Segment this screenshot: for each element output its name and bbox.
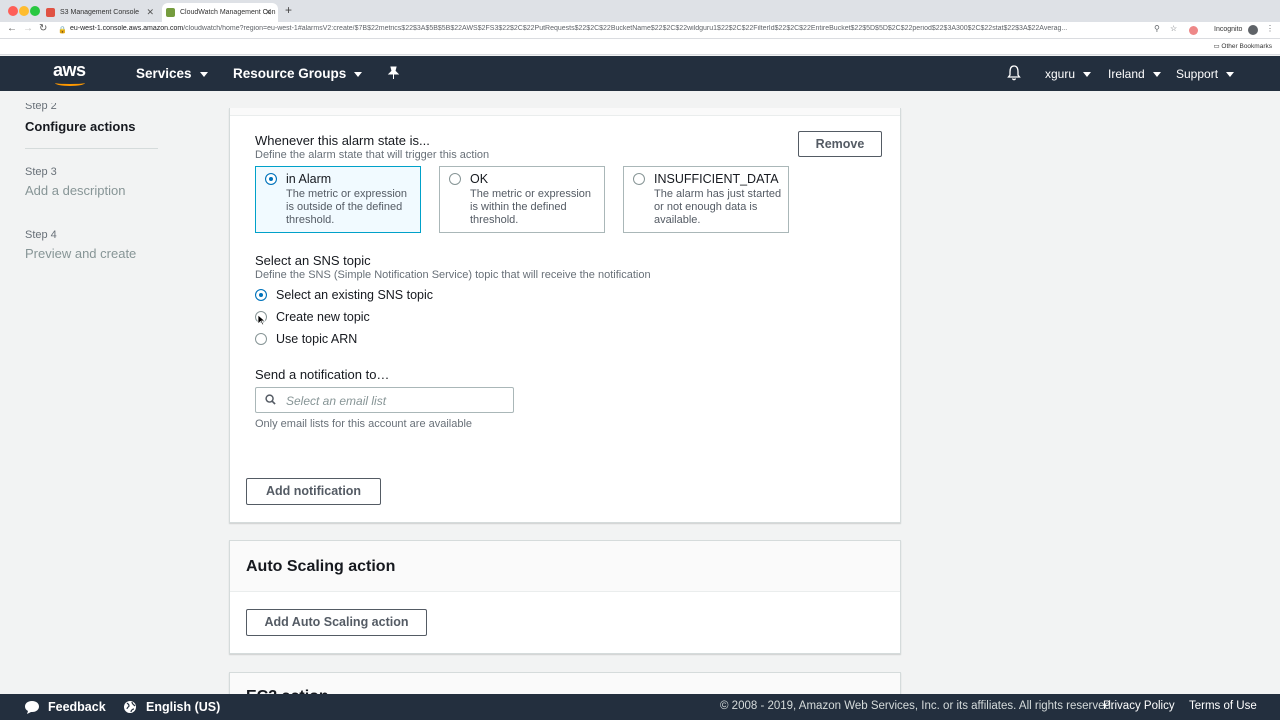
- resource-groups-menu[interactable]: Resource Groups: [233, 66, 363, 81]
- close-tab-icon[interactable]: ✕: [146, 3, 154, 22]
- privacy-policy-link[interactable]: Privacy Policy: [1103, 700, 1175, 712]
- forward-icon[interactable]: →: [23, 23, 33, 34]
- url-host: eu-west-1.console.aws.amazon.com: [70, 25, 184, 32]
- tab-label: CloudWatch Management Con: [180, 9, 276, 16]
- mouse-cursor-icon: [257, 314, 266, 326]
- globe-icon: [124, 701, 136, 713]
- region-menu[interactable]: Ireland: [1108, 67, 1161, 81]
- reload-icon[interactable]: ↻: [39, 23, 47, 34]
- chevron-down-icon: [199, 71, 208, 77]
- extension-icon[interactable]: [1189, 26, 1198, 35]
- step3-label: Step 3: [25, 166, 57, 178]
- add-notification-button[interactable]: Add notification: [246, 478, 381, 505]
- bookmarks-bar: ▭ Other Bookmarks: [0, 39, 1280, 55]
- chevron-down-icon: [1226, 72, 1235, 78]
- sns-topic-description: Define the SNS (Simple Notification Serv…: [255, 269, 651, 281]
- browser-tab-cloudwatch[interactable]: CloudWatch Management Con ✕: [162, 3, 278, 22]
- tab-label: S3 Management Console: [60, 9, 139, 16]
- add-autoscaling-button[interactable]: Add Auto Scaling action: [246, 609, 427, 636]
- feedback-speech-bubble-icon: [25, 701, 39, 714]
- radio-existing-topic[interactable]: [255, 289, 267, 301]
- chevron-down-icon: [1152, 72, 1161, 78]
- language-selector[interactable]: English (US): [146, 700, 220, 714]
- panel-header-strip: [230, 108, 900, 116]
- state-card-title: in Alarm: [286, 172, 332, 186]
- address-bar: ← → ↻ 🔒 eu-west-1.console.aws.amazon.com…: [0, 22, 1280, 39]
- terms-of-use-link[interactable]: Terms of Use: [1189, 700, 1257, 712]
- services-menu[interactable]: Services: [136, 66, 208, 81]
- chevron-down-icon: [354, 71, 363, 77]
- new-tab-icon[interactable]: +: [285, 3, 292, 17]
- state-card-in-alarm[interactable]: in Alarm The metric or expression is out…: [255, 166, 421, 233]
- state-card-ok[interactable]: OK The metric or expression is within th…: [439, 166, 605, 233]
- menu-icon[interactable]: ⋮: [1266, 24, 1274, 33]
- other-bookmarks[interactable]: ▭ Other Bookmarks: [1213, 42, 1272, 50]
- remove-button[interactable]: Remove: [798, 131, 882, 157]
- radio-ok[interactable]: [449, 173, 461, 185]
- cloudwatch-favicon-icon: [166, 8, 175, 17]
- email-list-placeholder: Select an email list: [286, 394, 387, 408]
- sns-topic-label: Select an SNS topic: [255, 253, 371, 268]
- aws-logo[interactable]: aws: [53, 60, 89, 86]
- minimize-window-button[interactable]: [19, 6, 29, 16]
- browser-tab-s3[interactable]: S3 Management Console ✕: [42, 3, 160, 22]
- state-card-title: OK: [470, 172, 489, 186]
- chevron-down-icon: [1083, 72, 1092, 78]
- user-menu[interactable]: xguru: [1045, 67, 1092, 81]
- state-card-description: The metric or expression is within the d…: [470, 188, 592, 226]
- star-icon[interactable]: ☆: [1170, 24, 1177, 33]
- incognito-label: Incognito: [1214, 26, 1243, 33]
- send-to-label: Send a notification to…: [255, 367, 390, 382]
- search-icon[interactable]: ⚲: [1154, 24, 1160, 33]
- support-menu[interactable]: Support: [1176, 67, 1235, 81]
- search-icon: [265, 394, 276, 405]
- alarm-state-description: Define the alarm state that will trigger…: [255, 149, 490, 161]
- incognito-icon: [1248, 25, 1258, 35]
- state-card-title: INSUFFICIENT_DATA: [654, 172, 779, 186]
- back-icon[interactable]: ←: [7, 23, 17, 34]
- footer: Feedback English (US) © 2008 - 2019, Ama…: [0, 694, 1280, 720]
- close-tab-icon[interactable]: ✕: [264, 3, 272, 22]
- aws-logo-text: aws: [53, 60, 86, 80]
- alarm-state-label: Whenever this alarm state is...: [255, 133, 430, 148]
- autoscaling-title: Auto Scaling action: [246, 558, 396, 575]
- step4-label: Step 4: [25, 229, 57, 241]
- notifications-bell-icon[interactable]: [1007, 65, 1021, 81]
- aws-smile-icon: [55, 80, 85, 86]
- s3-favicon-icon: [46, 8, 55, 17]
- copyright-text: © 2008 - 2019, Amazon Web Services, Inc.…: [720, 700, 1115, 712]
- url-path: /cloudwatch/home?region=eu-west-1#alarms…: [183, 25, 1068, 32]
- radio-topic-arn[interactable]: [255, 333, 267, 345]
- step3-title[interactable]: Add a description: [25, 183, 125, 198]
- step2-title[interactable]: Configure actions: [25, 119, 136, 134]
- close-window-button[interactable]: [8, 6, 18, 16]
- maximize-window-button[interactable]: [30, 6, 40, 16]
- email-list-search[interactable]: Select an email list: [255, 387, 514, 413]
- radio-in-alarm[interactable]: [265, 173, 277, 185]
- state-card-description: The metric or expression is outside of t…: [286, 188, 408, 226]
- radio-insufficient-data[interactable]: [633, 173, 645, 185]
- lock-icon: 🔒: [58, 27, 67, 34]
- state-card-description: The alarm has just started or not enough…: [654, 188, 782, 226]
- step-divider: [25, 148, 158, 149]
- feedback-link[interactable]: Feedback: [48, 700, 106, 714]
- aws-header: aws Services Resource Groups xguru Irela…: [0, 56, 1280, 91]
- browser-tab-bar: S3 Management Console ✕ CloudWatch Manag…: [0, 0, 1280, 22]
- url-field[interactable]: eu-west-1.console.aws.amazon.com/cloudwa…: [70, 25, 1155, 32]
- step4-title[interactable]: Preview and create: [25, 246, 136, 261]
- pin-icon[interactable]: [387, 66, 400, 80]
- email-list-hint: Only email lists for this account are av…: [255, 418, 473, 430]
- step2-label: Step 2: [25, 103, 57, 112]
- state-card-insufficient-data[interactable]: INSUFFICIENT_DATA The alarm has just sta…: [623, 166, 789, 233]
